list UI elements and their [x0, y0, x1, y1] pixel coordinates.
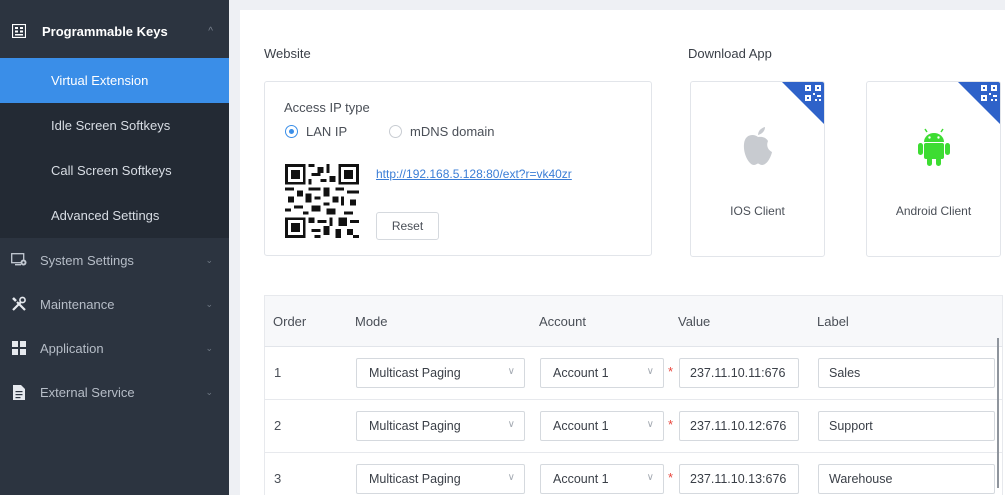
sidebar-item-idle-screen-softkeys[interactable]: Idle Screen Softkeys	[0, 103, 229, 148]
sidebar-item-label: External Service	[40, 384, 135, 400]
sidebar-item-label: System Settings	[40, 252, 134, 268]
website-section-title: Website	[264, 46, 311, 61]
document-icon	[10, 383, 28, 401]
chevron-down-icon: ∨	[646, 472, 654, 483]
table-scrollbar[interactable]	[997, 338, 999, 488]
access-ip-type-label: Access IP type	[284, 100, 370, 115]
account-select[interactable]: Account 1 ∨	[540, 411, 664, 441]
table-row: 3 Multicast Paging ∨ Account 1 ∨ *	[264, 453, 1003, 495]
sidebar-item-label: Application	[40, 340, 104, 356]
account-select[interactable]: Account 1 ∨	[540, 358, 664, 388]
mode-select-value: Multicast Paging	[369, 419, 461, 433]
column-header-mode: Mode	[355, 313, 388, 329]
qr-code-icon	[981, 85, 997, 101]
android-icon	[917, 128, 950, 166]
column-header-account: Account	[539, 313, 586, 329]
chevron-down-icon: ∨	[507, 366, 515, 377]
mode-select[interactable]: Multicast Paging ∨	[356, 464, 525, 494]
mode-select[interactable]: Multicast Paging ∨	[356, 411, 525, 441]
table-header: Order Mode Account Value Label	[264, 295, 1003, 347]
sidebar-item-maintenance[interactable]: Maintenance ⌄	[0, 282, 229, 326]
sidebar-item-label: Maintenance	[40, 296, 115, 312]
chevron-down-icon: ⌄	[205, 342, 213, 353]
chevron-down-icon: ∨	[507, 472, 515, 483]
virtual-extension-url-link[interactable]: http://192.168.5.128:80/ext?r=vk40zr	[376, 167, 572, 181]
monitor-gear-icon	[10, 251, 28, 269]
app-root: Programmable Keys ^ Virtual Extension Id…	[0, 0, 1005, 495]
tools-icon	[10, 295, 28, 313]
mode-select[interactable]: Multicast Paging ∨	[356, 358, 525, 388]
required-asterisk: *	[668, 364, 674, 379]
sidebar: Programmable Keys ^ Virtual Extension Id…	[0, 0, 229, 495]
sidebar-item-system-settings[interactable]: System Settings ⌄	[0, 238, 229, 282]
required-asterisk: *	[668, 417, 674, 432]
account-select-value: Account 1	[553, 472, 609, 486]
main-panel: Website Download App Access IP type LAN …	[240, 10, 1005, 495]
grid-icon	[10, 339, 28, 357]
qr-code-icon	[285, 164, 359, 238]
row-order: 2	[274, 418, 282, 433]
label-input[interactable]	[818, 464, 995, 494]
value-input[interactable]	[679, 464, 799, 494]
chevron-down-icon: ⌄	[205, 298, 213, 309]
account-select-value: Account 1	[553, 419, 609, 433]
column-header-label: Label	[817, 313, 849, 329]
row-order: 3	[274, 471, 282, 486]
reset-button[interactable]: Reset	[376, 212, 439, 240]
keypad-icon	[10, 22, 28, 40]
value-input[interactable]	[679, 411, 799, 441]
chevron-down-icon: ∨	[507, 419, 515, 430]
sidebar-group-label: Programmable Keys	[42, 23, 168, 39]
chevron-up-icon: ^	[208, 25, 213, 37]
download-section-title: Download App	[688, 46, 772, 61]
virtual-extension-table: Order Mode Account Value Label 1 Multica…	[264, 295, 1003, 495]
table-row: 1 Multicast Paging ∨ Account 1 ∨ *	[264, 347, 1003, 400]
qr-code-icon	[805, 85, 821, 101]
radio-dot	[285, 125, 298, 138]
radio-mdns-domain[interactable]: mDNS domain	[389, 124, 495, 139]
chevron-down-icon: ∨	[646, 366, 654, 377]
account-select[interactable]: Account 1 ∨	[540, 464, 664, 494]
chevron-down-icon: ∨	[646, 419, 654, 430]
radio-lan-ip[interactable]: LAN IP	[285, 124, 347, 139]
sidebar-item-virtual-extension[interactable]: Virtual Extension	[0, 58, 229, 103]
radio-dot	[389, 125, 402, 138]
column-header-order: Order	[273, 313, 307, 329]
mode-select-value: Multicast Paging	[369, 366, 461, 380]
value-input[interactable]	[679, 358, 799, 388]
radio-label: mDNS domain	[410, 124, 495, 139]
row-order: 1	[274, 365, 282, 380]
website-card: Access IP type LAN IP mDNS domain http:/…	[264, 81, 652, 256]
mode-select-value: Multicast Paging	[369, 472, 461, 486]
sidebar-item-advanced-settings[interactable]: Advanced Settings	[0, 193, 229, 238]
chevron-down-icon: ⌄	[205, 386, 213, 397]
label-input[interactable]	[818, 358, 995, 388]
table-row: 2 Multicast Paging ∨ Account 1 ∨ *	[264, 400, 1003, 453]
column-header-value: Value	[678, 313, 711, 329]
ios-client-card[interactable]: IOS Client	[690, 81, 825, 257]
sidebar-item-application[interactable]: Application ⌄	[0, 326, 229, 370]
sidebar-item-call-screen-softkeys[interactable]: Call Screen Softkeys	[0, 148, 229, 193]
required-asterisk: *	[668, 470, 674, 485]
app-label: IOS Client	[730, 204, 785, 218]
chevron-down-icon: ⌄	[205, 254, 213, 265]
app-label: Android Client	[895, 204, 972, 218]
apple-icon	[743, 127, 772, 165]
sidebar-item-external-service[interactable]: External Service ⌄	[0, 370, 229, 414]
sidebar-group-programmable-keys[interactable]: Programmable Keys ^	[0, 0, 229, 58]
radio-label: LAN IP	[306, 124, 348, 139]
android-client-card[interactable]: Android Client	[866, 81, 1001, 257]
account-select-value: Account 1	[553, 366, 609, 380]
label-input[interactable]	[818, 411, 995, 441]
